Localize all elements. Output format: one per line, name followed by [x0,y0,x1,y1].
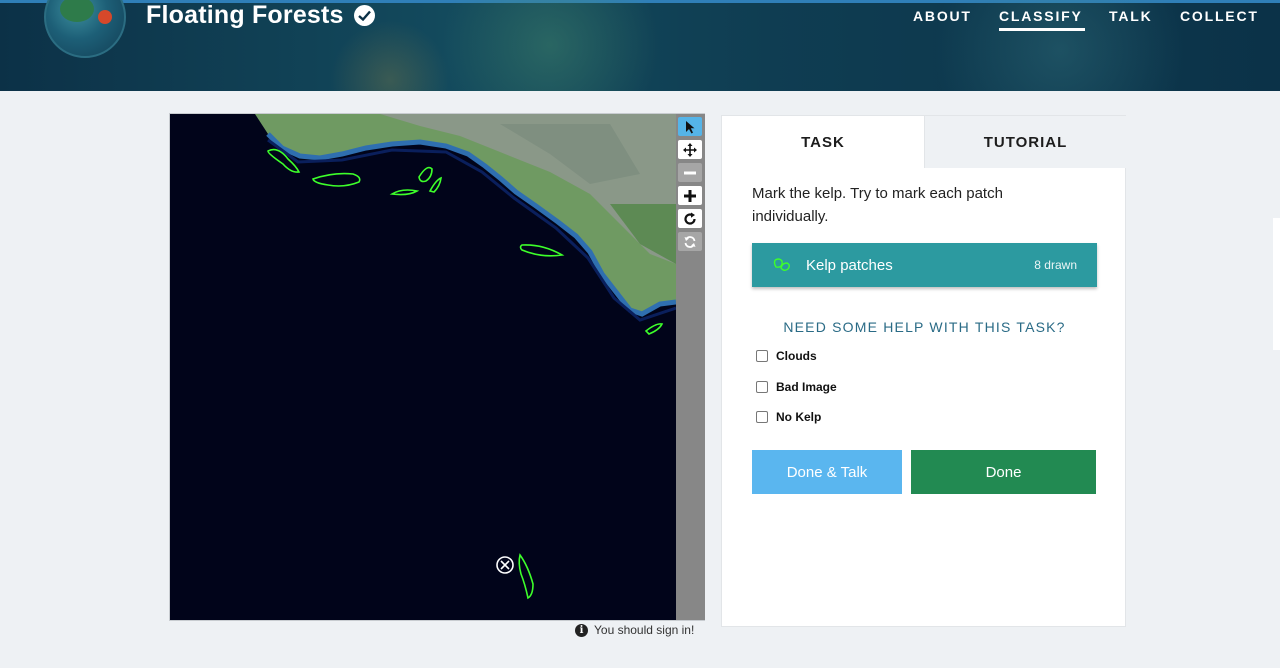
done-and-talk-button[interactable]: Done & Talk [752,450,902,494]
feedback-edge-tab[interactable] [1273,218,1280,350]
signin-text: You should sign in! [594,623,695,637]
done-button[interactable]: Done [911,450,1096,494]
clouds-checkbox[interactable] [756,350,768,362]
nav-about[interactable]: ABOUT [913,8,972,24]
reset-icon[interactable] [678,232,702,251]
kelp-patches-label: Kelp patches [806,256,893,274]
no-kelp-label: No Kelp [776,410,822,424]
checkbox-bad-image[interactable]: Bad Image [756,380,837,394]
task-panel: TASK TUTORIAL Mark the kelp. Try to mark… [721,115,1126,627]
tab-task[interactable]: TASK [722,116,924,168]
nav-collect[interactable]: COLLECT [1180,8,1259,24]
kelp-outline-icon [773,258,790,271]
project-title[interactable]: Floating Forests [146,1,344,30]
help-title: NEED SOME HELP WITH THIS TASK? [783,319,1066,335]
nav-talk[interactable]: TALK [1109,8,1153,24]
no-kelp-checkbox[interactable] [756,411,768,423]
delete-mark-icon[interactable] [495,555,515,575]
task-instruction: Mark the kelp. Try to mark each patch in… [752,185,1003,225]
rotate-icon[interactable] [678,209,702,228]
checkbox-clouds[interactable]: Clouds [756,349,817,363]
pan-icon[interactable] [678,140,702,159]
bad-image-checkbox[interactable] [756,381,768,393]
kelp-patches-tool[interactable]: Kelp patches 8 drawn [752,243,1097,287]
satellite-image[interactable] [170,114,676,620]
nav-classify[interactable]: CLASSIFY [999,8,1085,31]
zoom-in-icon[interactable] [678,186,702,205]
tab-tutorial[interactable]: TUTORIAL [924,116,1126,168]
verified-badge-icon [354,5,375,26]
signin-notice: i You should sign in! [575,623,694,637]
bad-image-label: Bad Image [776,380,837,394]
kelp-drawn-count: 8 drawn [1034,258,1077,272]
viewer-toolbar [676,114,705,620]
zoom-out-icon[interactable] [678,163,702,182]
checkbox-no-kelp[interactable]: No Kelp [756,410,821,424]
pointer-icon[interactable] [678,117,702,136]
subject-viewer [169,113,705,621]
project-logo[interactable] [44,0,126,58]
site-header: Floating Forests ABOUT CLASSIFY TALK COL… [0,0,1280,91]
clouds-label: Clouds [776,349,817,363]
info-icon: i [575,623,588,637]
